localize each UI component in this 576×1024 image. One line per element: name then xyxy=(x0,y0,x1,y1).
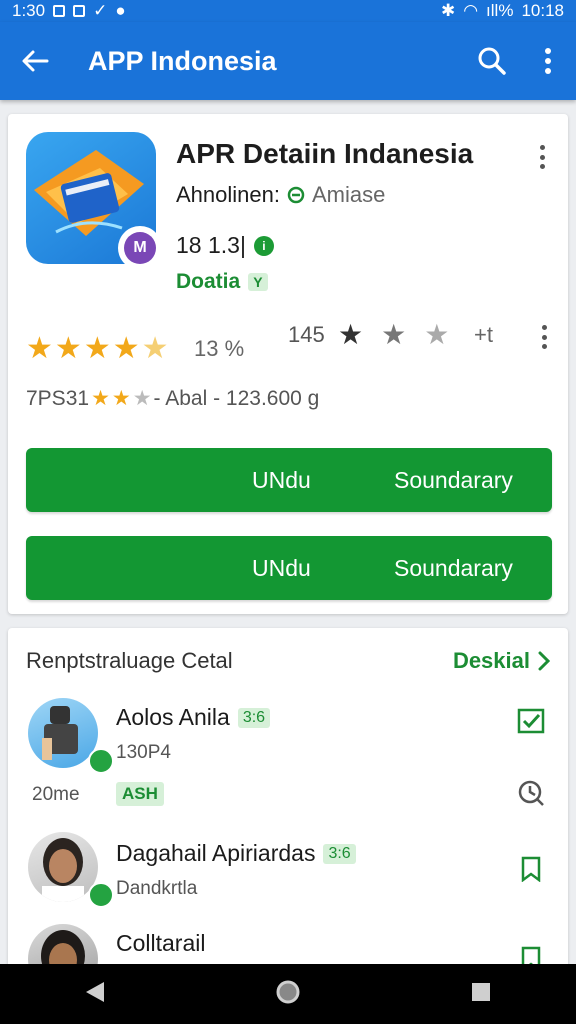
star-icon: ★ xyxy=(91,387,110,410)
size-value: 18 1.3| xyxy=(176,232,246,258)
app-category[interactable]: Doatia Y xyxy=(176,270,268,294)
verified-icon xyxy=(88,882,114,908)
developer-name: Amiase xyxy=(311,182,386,207)
meta-prefix: 7PS31 xyxy=(26,386,90,410)
person-name-text: Aolos Anila xyxy=(116,704,230,730)
person-name: Dagahail Apiriardas 3:6 xyxy=(116,840,356,867)
meta-row: 7PS31 ★ ★ ★ - Abal - 123.600 g xyxy=(26,386,319,411)
nav-back-button[interactable] xyxy=(84,980,106,1009)
rate-star-icon[interactable]: ★ xyxy=(424,318,449,351)
app-size: 18 1.3| i xyxy=(176,232,274,259)
badge-letter: M xyxy=(124,232,156,264)
status-time-left: 1:30 xyxy=(12,1,46,20)
developer-label: Ahnolinen: xyxy=(176,182,280,207)
more-vert-icon xyxy=(545,48,551,74)
section-more-link[interactable]: Deskial xyxy=(453,648,550,674)
notification-icon xyxy=(53,5,66,17)
rate-stars[interactable]: ★ ★ ★ xyxy=(338,318,449,351)
person-tag: ASH xyxy=(116,782,164,806)
verified-icon xyxy=(88,748,114,774)
sync-icon xyxy=(287,186,305,204)
bluetooth-icon: ✱ xyxy=(440,1,456,20)
star-icon: ★ xyxy=(83,332,111,365)
rate-star-icon[interactable]: ★ xyxy=(338,318,363,351)
bookmark-icon[interactable] xyxy=(516,854,546,884)
person-name: Colltarail xyxy=(116,930,205,957)
rating-menu-button[interactable] xyxy=(534,322,554,352)
rating-plus: +t xyxy=(474,322,493,347)
person-name-text: Colltarail xyxy=(116,930,206,956)
person-sub: 130P4 xyxy=(116,742,171,763)
search-button[interactable] xyxy=(464,22,520,100)
person-chip: 3:6 xyxy=(237,707,271,728)
rating-stars: ★ ★ ★ ★ ★ xyxy=(26,334,169,364)
rating-percent: 13 % xyxy=(194,336,245,361)
person-name: Aolos Anila 3:6 xyxy=(116,704,271,731)
rating-count: 145 xyxy=(288,322,325,347)
search-icon xyxy=(478,47,506,75)
button-left-label: UNdu xyxy=(252,467,311,493)
category-label: Doatia xyxy=(176,270,241,293)
drop-icon: ● xyxy=(115,1,126,20)
secondary-button[interactable]: UNdu Soundarary xyxy=(26,536,552,600)
back-button[interactable] xyxy=(0,22,70,100)
developer-badge: M xyxy=(118,226,162,270)
button-left-label: UNdu xyxy=(252,555,311,581)
primary-button[interactable]: UNdu Soundarary xyxy=(26,448,552,512)
avatar xyxy=(28,924,98,968)
status-time-right: 10:18 xyxy=(521,1,564,20)
wifi-icon: ◠ xyxy=(463,1,479,20)
more-options-button[interactable] xyxy=(520,22,576,100)
person-name-text: Dagahail Apiriardas xyxy=(116,840,316,866)
clock-icon[interactable] xyxy=(516,778,546,808)
app-name: APR Detaiin Indanesia xyxy=(176,138,474,169)
button-right-label: Soundarary xyxy=(394,555,513,581)
person-left-label: 20me xyxy=(32,784,80,805)
person-chip: 3:6 xyxy=(323,843,356,864)
status-bar: 1:30 ✓ ● ✱ ◠ ıll% 10:18 xyxy=(0,0,576,22)
nav-home-button[interactable] xyxy=(275,979,301,1010)
section-link-label: Deskial xyxy=(452,648,530,673)
category-chip: Y xyxy=(248,273,268,291)
star-half-icon: ★ xyxy=(141,332,169,365)
info-icon: i xyxy=(253,235,274,256)
check-box-icon[interactable] xyxy=(516,706,546,736)
rating-row: ★ ★ ★ ★ ★ 13 % 145 ★ ★ ★ +t xyxy=(26,318,550,376)
star-icon: ★ xyxy=(111,387,131,410)
battery-indicator: ıll% xyxy=(486,1,514,20)
person-sub: Dandkrtla xyxy=(116,878,198,899)
chevron-right-icon xyxy=(538,651,550,671)
rate-star-icon[interactable]: ★ xyxy=(381,318,406,351)
app-detail-card: M APR Detaiin Indanesia Ahnolinen: Amias… xyxy=(8,114,568,614)
developer-line[interactable]: Ahnolinen: Amiase xyxy=(176,182,385,208)
button-right-label: Soundarary xyxy=(394,467,513,493)
people-section-card: Renptstraluage Cetal Deskial Aolos Anila… xyxy=(8,628,568,968)
star-icon: ★ xyxy=(26,332,53,365)
page-title: APP Indonesia xyxy=(88,45,277,76)
app-menu-button[interactable] xyxy=(532,142,552,172)
app-bar: APP Indonesia xyxy=(0,22,576,100)
mail-icon xyxy=(73,5,86,17)
signal-small-icon: ✓ xyxy=(93,1,108,20)
star-icon: ★ xyxy=(132,387,152,410)
arrow-left-icon xyxy=(22,50,49,72)
section-title: Renptstraluage Cetal xyxy=(26,648,233,673)
star-icon: ★ xyxy=(112,332,140,365)
circle-home-icon xyxy=(276,980,300,1003)
meta-suffix: - Abal - 123.600 g xyxy=(153,386,320,410)
system-nav-bar xyxy=(0,964,576,1024)
square-recents-icon xyxy=(471,982,490,1001)
star-icon: ★ xyxy=(54,332,82,365)
triangle-back-icon xyxy=(86,981,105,1002)
nav-recents-button[interactable] xyxy=(470,981,492,1008)
